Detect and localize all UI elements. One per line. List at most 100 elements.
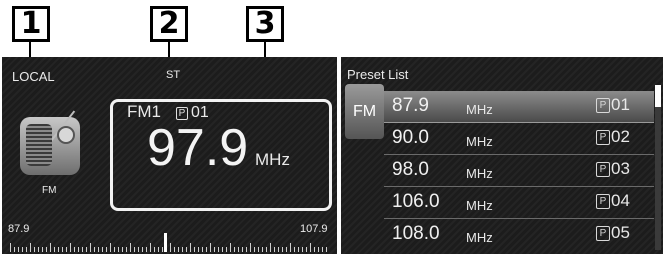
- tuning-tick: [130, 243, 131, 252]
- tuning-tick: [150, 243, 151, 252]
- preset-scrollbar-thumb[interactable]: [655, 85, 661, 107]
- preset-p-icon: P: [596, 98, 610, 113]
- tuning-tick: [98, 247, 99, 252]
- tuning-tick: [234, 247, 235, 252]
- tuning-tick: [218, 247, 219, 252]
- preset-freq: 108.0: [392, 223, 440, 244]
- tuning-tick: [66, 247, 67, 252]
- tuning-tick: [206, 247, 207, 252]
- preset-freq: 90.0: [392, 127, 429, 148]
- preset-num: 05: [611, 223, 630, 242]
- tuning-tick: [134, 247, 135, 252]
- tuning-tick: [310, 243, 311, 252]
- tuning-tick: [106, 247, 107, 252]
- frequency-display[interactable]: FM1 P 01 97.9 MHz: [110, 99, 332, 211]
- tuning-tick: [326, 247, 327, 252]
- preset-unit: MHz: [466, 166, 493, 181]
- tuning-tick: [226, 247, 227, 252]
- tuning-tick: [258, 247, 259, 252]
- tuning-tick: [222, 247, 223, 252]
- tuning-tick: [238, 247, 239, 252]
- now-playing-screen: LOCAL ST FM FM1 P 01 97.9 MHz 87.9 107.9: [2, 57, 337, 254]
- tuning-tick: [198, 247, 199, 252]
- tuning-tick: [86, 247, 87, 252]
- preset-scrollbar-track[interactable]: [655, 85, 661, 250]
- tuning-tick: [34, 247, 35, 252]
- preset-row-3[interactable]: 98.0 MHz P 03: [384, 155, 654, 187]
- tuning-tick: [302, 247, 303, 252]
- tuning-tick: [174, 247, 175, 252]
- preset-p-icon: P: [596, 162, 610, 177]
- tuning-tick: [186, 247, 187, 252]
- tuning-tick: [314, 247, 315, 252]
- tuning-tick: [178, 247, 179, 252]
- callout-2: 2: [150, 6, 188, 42]
- tuning-tick: [194, 247, 195, 252]
- tuning-tick: [110, 243, 111, 252]
- preset-list-screen: Preset List FM 87.9 MHz P 01 90.0 MHz P …: [341, 57, 663, 254]
- preset-p-icon: P: [596, 226, 610, 241]
- tuning-tick: [70, 243, 71, 252]
- tuning-tick: [286, 247, 287, 252]
- callout-1: 1: [12, 6, 50, 42]
- tuning-tick: [154, 247, 155, 252]
- tuning-tick: [118, 247, 119, 252]
- tuning-tick: [18, 247, 19, 252]
- tuning-tick: [162, 247, 163, 252]
- preset-freq: 98.0: [392, 159, 429, 180]
- tuning-tick: [42, 247, 43, 252]
- tuner-max-label: 107.9: [300, 223, 328, 235]
- preset-row-1[interactable]: 87.9 MHz P 01: [384, 91, 654, 123]
- preset-p-icon: P: [596, 130, 610, 145]
- tuning-tick: [138, 247, 139, 252]
- tuning-tick: [230, 243, 231, 252]
- tuning-tick: [50, 243, 51, 252]
- tuning-tick: [102, 247, 103, 252]
- preset-row-5[interactable]: 108.0 MHz P 05: [384, 219, 654, 250]
- tuning-tick: [14, 247, 15, 252]
- tuning-tick: [242, 247, 243, 252]
- preset-num: 01: [611, 95, 630, 114]
- tuning-scale[interactable]: [10, 240, 332, 252]
- tuning-tick: [38, 247, 39, 252]
- tuning-tick: [278, 247, 279, 252]
- preset-freq: 106.0: [392, 191, 440, 212]
- tuning-tick: [246, 247, 247, 252]
- frequency-unit: MHz: [255, 150, 290, 169]
- tuning-tick: [114, 247, 115, 252]
- preset-row-2[interactable]: 90.0 MHz P 02: [384, 123, 654, 155]
- tuning-tick: [282, 247, 283, 252]
- tuning-tick: [294, 247, 295, 252]
- tuning-tick: [270, 243, 271, 252]
- tuning-marker[interactable]: [164, 233, 167, 252]
- tuning-tick: [158, 247, 159, 252]
- local-indicator: LOCAL: [12, 69, 55, 84]
- preset-list-title: Preset List: [347, 67, 409, 82]
- tuning-tick: [210, 243, 211, 252]
- tuning-tick: [274, 247, 275, 252]
- tuning-tick: [318, 247, 319, 252]
- preset-p-icon: P: [596, 194, 610, 209]
- tuning-tick: [202, 247, 203, 252]
- tuning-tick: [170, 243, 171, 252]
- band-button[interactable]: FM: [345, 84, 384, 139]
- tuning-tick: [58, 247, 59, 252]
- tuning-tick: [190, 243, 191, 252]
- tuning-tick: [46, 247, 47, 252]
- stereo-indicator: ST: [166, 69, 181, 81]
- preset-row-4[interactable]: 106.0 MHz P 04: [384, 187, 654, 219]
- preset-freq: 87.9: [392, 95, 429, 116]
- tuning-tick: [90, 243, 91, 252]
- tuning-tick: [290, 243, 291, 252]
- tuning-tick: [82, 247, 83, 252]
- tuning-tick: [298, 247, 299, 252]
- preset-unit: MHz: [466, 230, 493, 245]
- tuning-tick: [122, 247, 123, 252]
- tuning-tick: [126, 247, 127, 252]
- tuning-tick: [146, 247, 147, 252]
- preset-num: 02: [611, 127, 630, 146]
- tuning-tick: [30, 243, 31, 252]
- tuning-tick: [250, 243, 251, 252]
- source-label: FM: [42, 185, 57, 196]
- preset-unit: MHz: [466, 102, 493, 117]
